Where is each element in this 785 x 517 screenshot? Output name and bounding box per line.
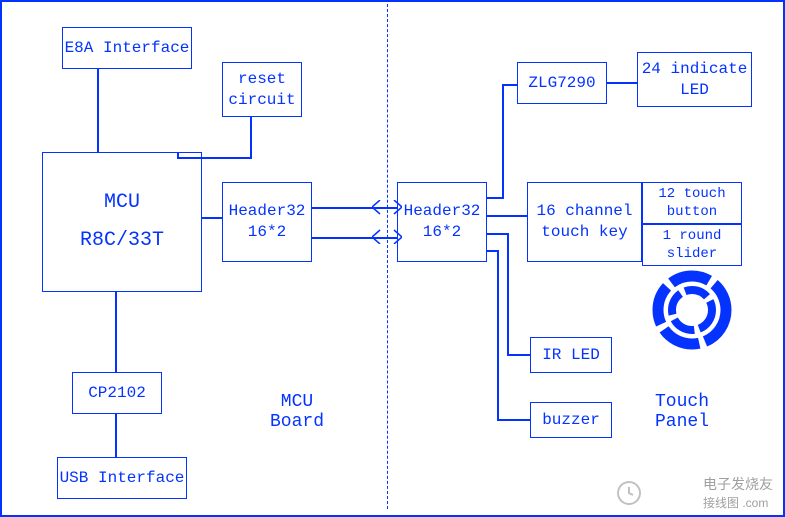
round-slider-icon — [652, 270, 732, 350]
watermark-logo-icon — [615, 479, 643, 507]
block-buzzer: buzzer — [530, 402, 612, 438]
block-header-left: Header32 16*2 — [222, 182, 312, 262]
block-label: circuit — [228, 90, 295, 111]
block-label: buzzer — [542, 410, 600, 431]
block-label: R8C/33T — [80, 228, 164, 254]
wire — [497, 419, 530, 421]
wire — [607, 82, 637, 84]
touch-panel-label: Touch Panel — [642, 392, 722, 432]
label-line: Board — [270, 412, 324, 432]
block-24-indicate-led: 24 indicate LED — [637, 52, 752, 107]
wire — [487, 250, 497, 252]
block-label: 12 touch — [658, 185, 725, 203]
wire — [502, 84, 517, 86]
block-label: touch key — [541, 222, 627, 243]
block-16-channel-touch-key: 16 channel touch key — [527, 182, 642, 262]
block-label: E8A Interface — [65, 38, 190, 59]
block-zlg7290: ZLG7290 — [517, 62, 607, 104]
wire — [487, 215, 527, 217]
block-label: button — [667, 203, 717, 221]
diagram-canvas: E8A Interface reset circuit MCU R8C/33T … — [0, 0, 785, 517]
block-header-right: Header32 16*2 — [397, 182, 487, 262]
block-1-round-slider: 1 round slider — [642, 224, 742, 266]
block-label: ZLG7290 — [528, 73, 595, 94]
watermark-site: 接线图 .com — [703, 496, 768, 510]
block-label: 24 indicate — [642, 59, 748, 80]
wire — [115, 414, 117, 457]
block-cp2102: CP2102 — [72, 372, 162, 414]
label-line: MCU — [281, 392, 313, 412]
wire — [177, 152, 179, 157]
block-e8a-interface: E8A Interface — [62, 27, 192, 69]
wire — [497, 250, 499, 420]
block-label: 16*2 — [248, 222, 286, 243]
connector-arrows-icon — [372, 200, 402, 244]
wire — [487, 233, 507, 235]
label-line: Touch — [655, 392, 709, 412]
block-label: Header32 — [229, 201, 306, 222]
block-label: IR LED — [542, 345, 600, 366]
label-line: Panel — [655, 412, 709, 432]
wire — [250, 117, 252, 157]
block-label: 16 channel — [536, 201, 632, 222]
block-label: LED — [680, 80, 709, 101]
block-reset-circuit: reset circuit — [222, 62, 302, 117]
wire — [177, 157, 252, 159]
wire — [507, 354, 530, 356]
block-label: slider — [667, 245, 717, 263]
block-12-touch-button: 12 touch button — [642, 182, 742, 224]
block-label: USB Interface — [60, 468, 185, 489]
block-ir-led: IR LED — [530, 337, 612, 373]
wire — [502, 84, 504, 199]
watermark-text: 电子发烧友 接线图 .com — [703, 474, 773, 511]
block-label: CP2102 — [88, 383, 146, 404]
wire — [97, 69, 99, 152]
block-label: 1 round — [663, 227, 722, 245]
wire — [487, 197, 502, 199]
block-label: 16*2 — [423, 222, 461, 243]
wire — [202, 217, 222, 219]
wire — [115, 292, 117, 372]
block-usb-interface: USB Interface — [57, 457, 187, 499]
block-label: Header32 — [404, 201, 481, 222]
block-label: reset — [238, 69, 286, 90]
section-divider — [387, 4, 388, 509]
mcu-board-label: MCU Board — [257, 392, 337, 432]
wire — [507, 233, 509, 355]
watermark-main: 电子发烧友 — [703, 476, 773, 492]
block-mcu: MCU R8C/33T — [42, 152, 202, 292]
block-label: MCU — [104, 190, 140, 216]
